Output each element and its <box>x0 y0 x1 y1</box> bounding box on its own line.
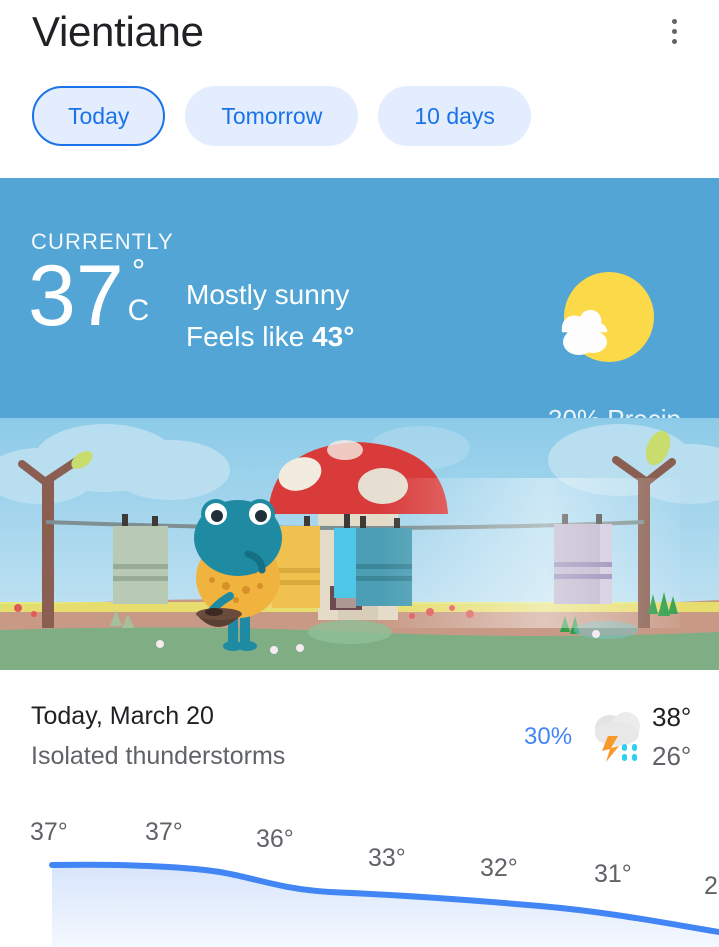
chart-point-label: 37° <box>30 818 68 846</box>
tab-label: 10 days <box>414 102 495 129</box>
weather-app: Vientiane Today Tomorrow 10 days CURRENT… <box>0 0 719 947</box>
chart-point-label: 31° <box>594 860 632 888</box>
app-header: Vientiane <box>0 0 719 82</box>
dot <box>671 18 677 24</box>
forecast-description: Isolated thunderstorms <box>31 742 286 770</box>
condition-block: Mostly sunny Feels like 43° <box>186 274 354 358</box>
feels-like-value: 43° <box>312 321 355 352</box>
degree-symbol: ° <box>131 253 146 291</box>
feels-like-prefix: Feels like <box>186 321 313 352</box>
page-title: Vientiane <box>32 8 204 55</box>
feels-like-text: Feels like 43° <box>186 316 354 358</box>
daily-forecast-row[interactable]: Today, March 20 Isolated thunderstorms 3… <box>0 690 719 785</box>
temperature-unit: ° C <box>127 253 150 328</box>
current-temperature: 37 ° C <box>28 248 150 344</box>
weather-illustration <box>0 418 719 670</box>
temperature-value: 37 <box>28 248 124 344</box>
chart-point-label: 36° <box>256 825 294 853</box>
unit-scale: C <box>127 294 150 327</box>
forecast-precip: 30% <box>524 723 573 750</box>
tab-tomorrow[interactable]: Tomorrow <box>185 86 359 146</box>
thunderstorm-rain-icon <box>595 712 640 762</box>
frog-hanging-laundry-scene <box>0 418 719 670</box>
tab-today[interactable]: Today <box>32 86 166 146</box>
more-vertical-icon[interactable] <box>659 10 689 52</box>
dot <box>671 28 677 34</box>
chart-point-label: 32° <box>480 854 518 882</box>
condition-text: Mostly sunny <box>186 279 350 310</box>
forecast-range-tabs: Today Tomorrow 10 days <box>0 86 531 146</box>
sun-behind-cloud-icon <box>561 272 654 362</box>
forecast-high-temp: 38° <box>652 702 692 732</box>
tab-10-days[interactable]: 10 days <box>378 86 531 146</box>
hourly-temperature-chart[interactable]: 37° 37° 36° 33° 32° 31° 2 <box>0 800 719 947</box>
chart-point-label: 37° <box>145 818 183 846</box>
chart-point-label: 2 <box>704 872 718 900</box>
tab-label: Tomorrow <box>221 102 323 129</box>
tab-label: Today <box>68 102 130 129</box>
forecast-low-temp: 26° <box>652 741 692 771</box>
dot <box>671 38 677 44</box>
forecast-date: Today, March 20 <box>31 702 214 730</box>
chart-point-label: 33° <box>368 844 406 872</box>
